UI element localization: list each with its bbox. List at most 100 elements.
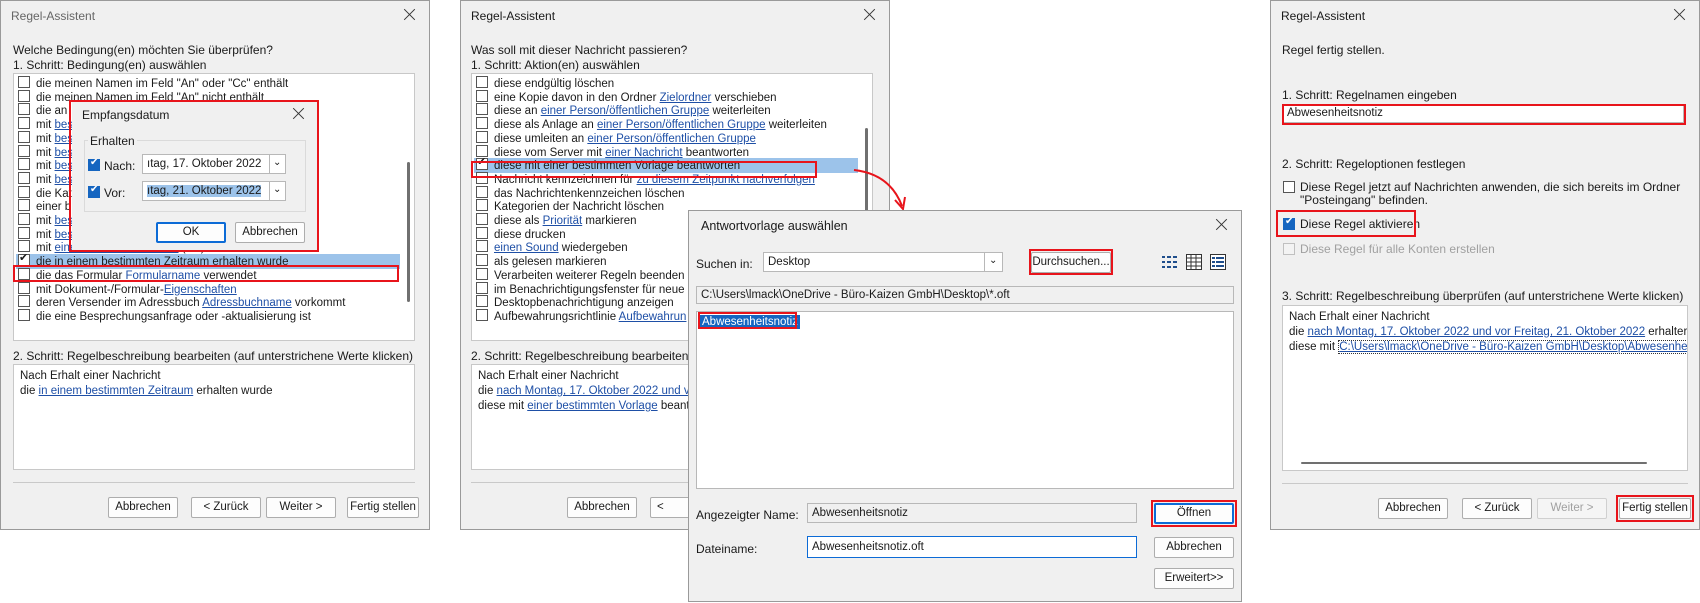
template-path-link[interactable]: C:\Users\lmack\OneDrive - Büro-Kaizen Gm… (1338, 340, 1687, 354)
row-checkbox[interactable] (18, 213, 30, 225)
row-checkbox[interactable] (18, 171, 30, 184)
row-link[interactable]: einer Person/öffentlichen Gruppe (541, 105, 710, 117)
row-checkbox[interactable] (18, 103, 30, 116)
row-checkbox[interactable] (476, 295, 488, 308)
apply-now-checkbox[interactable] (1283, 181, 1295, 193)
row-text: weiterleiten (709, 105, 771, 118)
rule-name-input[interactable]: Abwesenheitsnotiz (1282, 104, 1684, 123)
enable-rule-checkbox[interactable] (1283, 216, 1295, 230)
row-link[interactable]: Formularname (125, 270, 200, 282)
ok-button[interactable]: OK (156, 222, 226, 243)
next-button[interactable]: Weiter > (266, 497, 336, 518)
row-checkbox[interactable] (476, 281, 488, 294)
back-button[interactable]: < Zurück (191, 497, 261, 518)
look-in-select[interactable]: Desktop (763, 252, 985, 272)
look-in-dropdown[interactable]: ⌄ (985, 252, 1003, 272)
finish-button[interactable]: Fertig stellen (1619, 498, 1691, 519)
row-checkbox[interactable] (476, 117, 488, 130)
enable-rule-label: Diese Regel aktivieren (1300, 217, 1421, 231)
row-checkbox[interactable] (18, 267, 30, 280)
date-range-link[interactable]: nach Montag, 17. Oktober 2022 und v (497, 385, 690, 397)
row-checkbox[interactable] (18, 144, 30, 157)
template-item[interactable]: Abwesenheitsnotiz (700, 315, 800, 329)
close-icon[interactable] (401, 6, 419, 24)
list-view-icon[interactable] (1162, 255, 1178, 269)
row-checkbox[interactable] (476, 308, 488, 321)
row-checkbox[interactable] (476, 76, 488, 88)
before-date-dropdown[interactable]: ⌄ (270, 181, 286, 201)
row-checkbox[interactable] (476, 171, 488, 184)
row-link[interactable]: einer Person/öffentlichen Gruppe (597, 119, 766, 131)
row-checkbox[interactable] (476, 103, 488, 116)
row-text: verwendet (200, 269, 257, 282)
row-link[interactable]: einer Person/öffentlichen Gruppe (587, 133, 756, 145)
row-link[interactable]: Priorität (543, 215, 583, 227)
before-checkbox[interactable] (88, 184, 100, 198)
row-checkbox[interactable] (18, 226, 30, 239)
row-checkbox[interactable] (476, 240, 488, 253)
advanced-button[interactable]: Erweitert>> (1154, 568, 1234, 589)
row-link[interactable]: Eigenschaften (164, 284, 237, 296)
cancel-button[interactable]: Abbrechen (1154, 537, 1234, 558)
row-checkbox[interactable] (18, 130, 30, 143)
row-checkbox[interactable] (476, 185, 488, 198)
close-icon[interactable] (1213, 216, 1231, 234)
row-checkbox[interactable] (18, 89, 30, 102)
row-checkbox[interactable] (18, 158, 30, 171)
row-checkbox[interactable] (18, 251, 30, 267)
row-checkbox[interactable] (18, 117, 30, 130)
browse-button[interactable]: Durchsuchen... (1031, 252, 1111, 273)
row-link[interactable]: einer Nachricht (605, 147, 682, 159)
after-date-dropdown[interactable]: ⌄ (270, 154, 286, 174)
row-text: mit (36, 119, 55, 132)
finish-button[interactable]: Fertig stellen (347, 497, 419, 518)
cancel-button[interactable]: Abbrechen (567, 497, 637, 518)
row-link[interactable]: Zielordner (660, 92, 712, 104)
open-button[interactable]: Öffnen (1154, 503, 1234, 524)
row-checkbox[interactable] (476, 254, 488, 267)
preview-view-icon[interactable] (1210, 254, 1226, 270)
back-button[interactable]: < Zurück (1462, 498, 1532, 519)
row-link[interactable]: einen Sound (494, 242, 559, 254)
conditions-scrollbar[interactable] (403, 76, 413, 338)
horizontal-scrollbar[interactable] (1301, 462, 1647, 464)
row-link[interactable]: Aufbewahrun (619, 311, 687, 323)
row-checkbox[interactable] (476, 199, 488, 212)
after-date-picker[interactable]: ıtag, 17. Oktober 2022 (142, 154, 270, 174)
list-item[interactable]: die eine Besprechungsanfrage oder -aktua… (16, 308, 400, 324)
row-text: Nachricht kennzeichnen für (494, 173, 637, 186)
row-checkbox[interactable] (476, 213, 488, 225)
row-checkbox[interactable] (18, 185, 30, 198)
path-display: C:\Users\lmack\OneDrive - Büro-Kaizen Gm… (696, 286, 1234, 304)
after-checkbox[interactable] (88, 157, 100, 171)
row-checkbox[interactable] (476, 267, 488, 280)
details-view-icon[interactable] (1186, 254, 1202, 270)
filename-field[interactable]: Abwesenheitsnotiz.oft (807, 536, 1137, 558)
row-checkbox[interactable] (18, 76, 30, 88)
cancel-button[interactable]: Abbrechen (108, 497, 178, 518)
cancel-button[interactable]: Abbrechen (1378, 498, 1448, 519)
row-checkbox[interactable] (476, 155, 488, 171)
row-link[interactable]: zu diesem Zeitpunkt nachverfolgen (637, 174, 815, 186)
before-date-picker[interactable]: ıtag, 21. Oktober 2022 (142, 181, 270, 201)
row-checkbox[interactable] (476, 89, 488, 102)
rules-wizard-conditions-window: Regel-Assistent Welche Bedingung(en) möc… (0, 0, 430, 530)
row-text: diese endgültig löschen (494, 78, 615, 90)
row-checkbox[interactable] (18, 295, 30, 308)
row-checkbox[interactable] (18, 199, 30, 212)
cancel-button[interactable]: Abbrechen (235, 222, 305, 243)
template-link[interactable]: einer bestimmten Vorlage (527, 400, 657, 412)
row-text: diese als (494, 215, 543, 227)
row-checkbox[interactable] (476, 226, 488, 239)
close-icon[interactable] (861, 6, 879, 24)
close-icon[interactable] (1671, 6, 1689, 24)
close-icon[interactable] (290, 105, 308, 123)
row-checkbox[interactable] (476, 130, 488, 143)
date-range-link[interactable]: in einem bestimmten Zeitraum (39, 385, 194, 397)
row-checkbox[interactable] (18, 308, 30, 321)
template-file-list[interactable]: Abwesenheitsnotiz (696, 311, 1234, 489)
row-link[interactable]: Adressbuchname (202, 297, 292, 309)
date-range-link[interactable]: nach Montag, 17. Oktober 2022 und vor Fr… (1308, 326, 1646, 338)
received-group-label: Erhalten (88, 134, 137, 148)
row-checkbox[interactable] (18, 281, 30, 294)
